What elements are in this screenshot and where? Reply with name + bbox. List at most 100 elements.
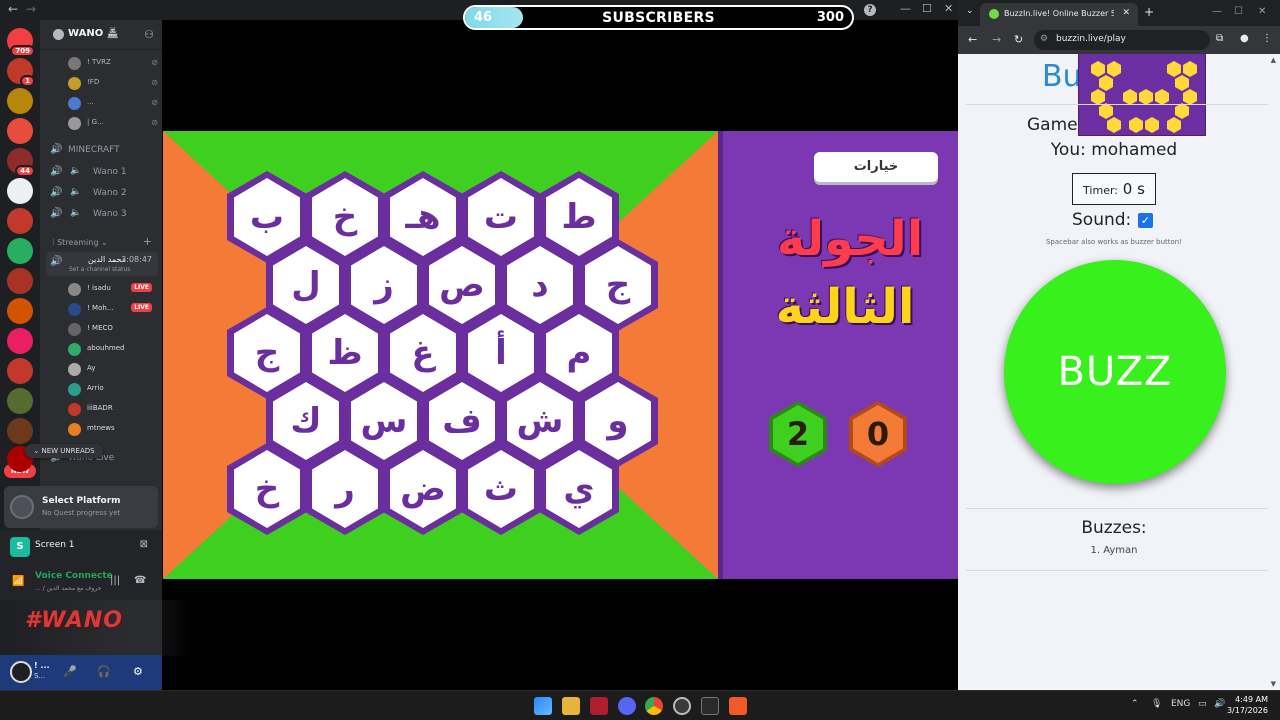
wano-banner: #WANO [0, 600, 190, 656]
language-indicator[interactable]: ENG [1171, 699, 1190, 709]
voice-user[interactable]: ... ⊘ [68, 96, 158, 112]
help-icon[interactable]: ? [864, 4, 876, 16]
server-icon-server-10[interactable] [7, 298, 33, 324]
muted-icon: ⊘ [151, 98, 158, 107]
screen-share-row[interactable]: S Screen 1 ⊠ [0, 530, 162, 564]
server-icon-server-3[interactable] [7, 88, 33, 114]
voice-user[interactable]: ! MECO [68, 322, 158, 338]
close-tab-icon[interactable]: ✕ [1122, 8, 1130, 18]
chrome-icon[interactable] [645, 697, 663, 715]
voice-user[interactable]: !FD ⊘ [68, 76, 158, 92]
voice-status[interactable]: Voice Connecte [35, 571, 113, 581]
forward-arrow-icon[interactable]: → [992, 33, 1001, 46]
add-member-icon[interactable]: ⚇ [144, 28, 154, 41]
clock-time[interactable]: 4:49 AM [1232, 695, 1268, 704]
voice-user[interactable]: ! TVRZ ⊘ [68, 56, 158, 72]
extensions-icon[interactable]: ⧉ [1216, 33, 1223, 44]
clock-date[interactable]: 3/17/2026 [1226, 706, 1268, 715]
server-icon-server-11[interactable] [7, 328, 33, 354]
obs-icon[interactable] [673, 697, 691, 715]
voice-user[interactable]: mtnews [68, 422, 158, 438]
thumbnail-hex [1139, 89, 1153, 105]
discord-icon[interactable] [618, 697, 636, 715]
site-info-icon[interactable]: ⚙ [1040, 34, 1048, 44]
server-icon-server-4[interactable] [7, 118, 33, 144]
options-button[interactable]: خيارات [814, 152, 938, 182]
speaker-icon: 🔊 [50, 166, 63, 177]
voice-user[interactable]: ! Moh... LIVE [68, 302, 158, 318]
back-arrow-icon[interactable]: ← [968, 33, 977, 46]
server-icon-server-14[interactable] [7, 418, 33, 444]
new-unreads-pill[interactable]: ⌄ NEW UNREADS [25, 444, 103, 458]
microphone-icon[interactable]: 🎤 [63, 665, 77, 678]
category-label: Streaming [57, 238, 99, 247]
tab-title: BuzzIn.live! Online Buzzer System [1004, 9, 1114, 18]
stop-share-icon[interactable]: ⊠ [140, 539, 148, 550]
server-icon-server-13[interactable] [7, 388, 33, 414]
tab-buzzin[interactable]: BuzzIn.live! Online Buzzer System ✕ [980, 3, 1138, 26]
category-streaming[interactable]: ⁝ Streaming ⌄ [52, 238, 108, 247]
server-header[interactable]: WANO 🏯 ⚇ [40, 20, 162, 50]
disconnect-icon[interactable]: ☎ [134, 575, 146, 586]
minimize-icon[interactable]: — [900, 2, 911, 15]
gear-icon[interactable]: ⚙ [133, 665, 143, 678]
maximize-icon[interactable]: ☐ [922, 2, 932, 15]
monitor-icon[interactable]: ▭ [1198, 699, 1207, 709]
server-icon-server-12[interactable] [7, 358, 33, 384]
new-tab-icon[interactable]: + [1144, 5, 1154, 19]
scroll-down-icon[interactable]: ▼ [1271, 680, 1276, 688]
channel-wano-1[interactable]: 🔊 🔈 Wano 1 [50, 164, 160, 182]
microphone-icon[interactable]: 🎙 [1151, 699, 1162, 709]
start-icon[interactable] [534, 697, 552, 715]
close-icon[interactable]: ✕ [1258, 6, 1266, 17]
select-platform-panel[interactable]: Select Platform No Quest progress yet [4, 486, 158, 528]
voice-user[interactable]: ! isadu LIVE [68, 282, 158, 298]
server-icon-server-2[interactable]: 1 [7, 58, 35, 87]
close-icon[interactable]: ✕ [944, 2, 953, 15]
letter-hex-face: أ [468, 314, 534, 392]
server-icon-server-5[interactable]: 44 [7, 148, 35, 177]
server-icon-home[interactable]: 709 [7, 28, 35, 57]
voice-user-name: ! isadu [87, 284, 111, 292]
file-explorer-icon[interactable] [562, 697, 580, 715]
buzz-button[interactable]: BUZZ [1004, 260, 1226, 484]
volume-icon[interactable]: 🔊 [1214, 699, 1225, 709]
letter-hex-face: ر [312, 450, 378, 528]
add-channel-icon[interactable]: + [143, 235, 152, 248]
server-icon-server-6[interactable] [7, 178, 33, 204]
voice-user[interactable]: Arrio [68, 382, 158, 398]
tray-overflow-icon[interactable]: ⌃ [1131, 699, 1139, 709]
forward-arrow-icon[interactable]: → [26, 2, 36, 16]
menu-icon[interactable]: ⋮ [1262, 33, 1272, 44]
channel-wano-2[interactable]: 🔊 🔈 Wano 2 [50, 185, 160, 203]
profile-icon[interactable]: ● [1240, 33, 1249, 44]
voice-user[interactable]: iiiBADR [68, 402, 158, 418]
speaker-icon: 🔊 [50, 208, 63, 219]
avatar[interactable] [10, 661, 32, 683]
scroll-up-icon[interactable]: ▲ [1271, 56, 1276, 64]
voice-user[interactable]: abouhmed [68, 342, 158, 358]
channel-minecraft[interactable]: 🔊 MINECRAFT [50, 142, 160, 160]
noise-suppression-icon[interactable]: ||| [110, 575, 120, 586]
server-icon-server-7[interactable] [7, 208, 33, 234]
channel-wano-3[interactable]: 🔊 🔈 Wano 3 [50, 206, 160, 224]
server-icon-server-8[interactable] [7, 238, 33, 264]
voice-user[interactable]: Ay [68, 362, 158, 378]
epic-games-icon[interactable] [701, 697, 719, 715]
minimize-icon[interactable]: — [1212, 6, 1222, 17]
live-channel[interactable]: 🔊 محمد الدين 3:08:47 Set a channel statu… [46, 252, 158, 276]
back-arrow-icon[interactable]: ← [8, 2, 18, 16]
address-bar[interactable]: ⚙ buzzin.live/play [1034, 30, 1210, 50]
channel-status[interactable]: Set a channel status [69, 266, 130, 273]
letter: غ [411, 333, 435, 373]
app-icon[interactable] [590, 697, 608, 715]
brave-icon[interactable] [729, 697, 747, 715]
headphones-icon[interactable]: 🎧 [97, 665, 111, 678]
maximize-icon[interactable]: ☐ [1234, 6, 1243, 17]
avatar [68, 283, 81, 296]
server-icon-server-9[interactable] [7, 268, 33, 294]
voice-user[interactable]: | G... ⊘ [68, 116, 158, 132]
sound-checkbox[interactable]: ✓ [1138, 213, 1153, 228]
reload-icon[interactable]: ↻ [1014, 33, 1023, 46]
tab-search-icon[interactable]: ⌄ [966, 6, 974, 16]
